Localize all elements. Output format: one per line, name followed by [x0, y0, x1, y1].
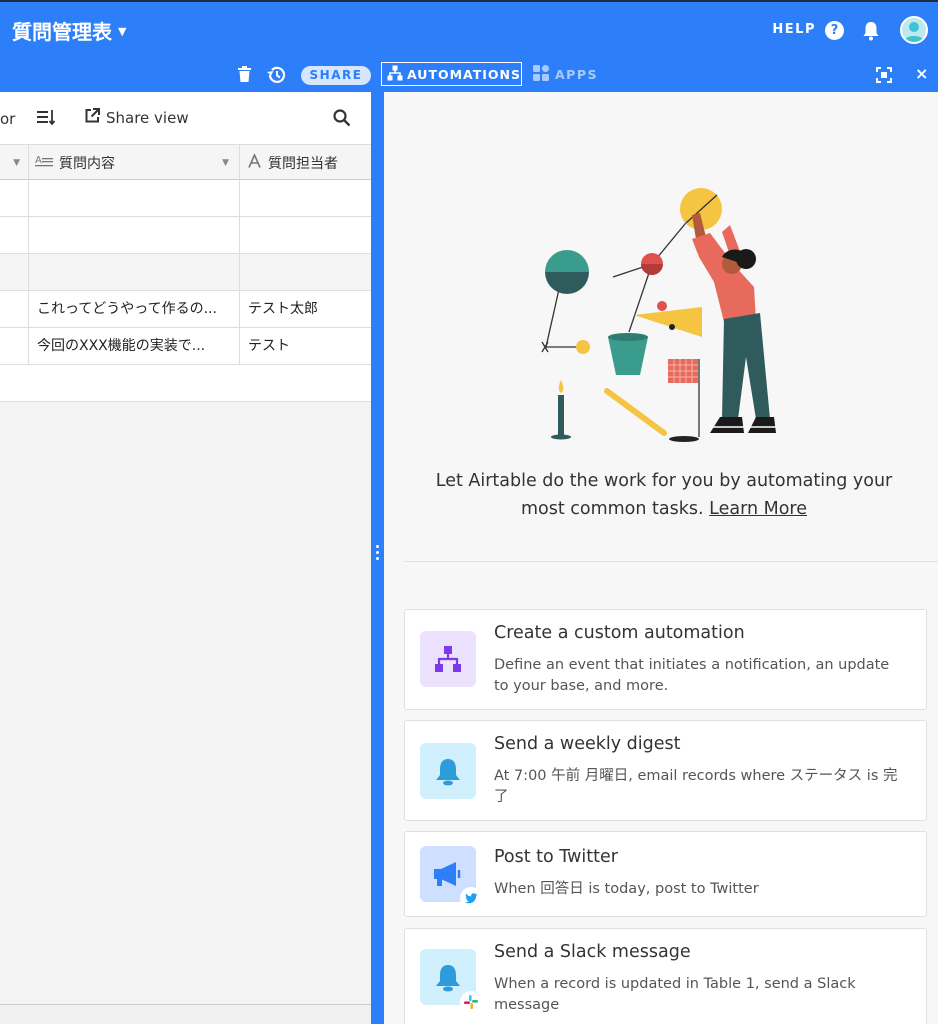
cell-content[interactable] [29, 180, 240, 217]
share-view-label: Share view [106, 108, 189, 127]
divider [404, 561, 938, 562]
card-description: When 回答日 is today, post to Twitter [494, 881, 759, 897]
grid-view: or Share view ▼ A 質問内容 ▼ 質問担当者 これってどうやって… [0, 92, 371, 1024]
automation-illustration [534, 187, 804, 451]
chevron-down-icon: ▼ [118, 25, 127, 38]
table-row[interactable] [0, 217, 371, 254]
create-custom-automation-card[interactable]: Create a custom automation Define an eve… [404, 609, 927, 710]
cell-content[interactable] [29, 217, 240, 254]
trash-icon[interactable] [238, 66, 251, 86]
cell-content[interactable]: 今回のXXX機能の実装で... [29, 328, 240, 365]
card-description: At 7:00 午前 月曜日, email records where ステータ… [494, 768, 898, 805]
table-row[interactable]: これってどうやって作るの... テスト太郎 [0, 291, 371, 328]
card-description: When a record is updated in Table 1, sen… [494, 976, 856, 1013]
close-panel-button[interactable]: × [915, 64, 928, 83]
user-avatar[interactable] [900, 16, 928, 44]
grid-header-row: ▼ A 質問内容 ▼ 質問担当者 [0, 145, 371, 180]
apps-icon [533, 65, 549, 84]
external-link-icon [85, 108, 100, 127]
cell-content[interactable] [29, 254, 240, 291]
base-title-menu[interactable]: 質問管理表 ▼ [12, 16, 126, 45]
cell-content[interactable]: これってどうやって作るの... [29, 291, 240, 328]
column-header-partial[interactable]: ▼ [0, 145, 29, 180]
base-title: 質問管理表 [12, 20, 112, 44]
grid-summary-bar [0, 1004, 371, 1024]
card-title: Post to Twitter [494, 847, 618, 867]
panel-resize-handle[interactable] [371, 92, 384, 1024]
send-slack-message-card[interactable]: Send a Slack message When a record is up… [404, 928, 927, 1024]
card-title: Send a weekly digest [494, 734, 681, 754]
grid-rows: これってどうやって作るの... テスト太郎 今回のXXX機能の実装で... テス… [0, 180, 371, 402]
help-link[interactable]: HELP [772, 22, 816, 37]
row-height-icon[interactable] [37, 110, 56, 130]
top-bar: 質問管理表 ▼ HELP ? [0, 0, 938, 58]
automations-flow-icon [387, 65, 403, 84]
card-title: Send a Slack message [494, 942, 691, 962]
table-row[interactable]: 今回のXXX機能の実装で... テスト [0, 328, 371, 365]
intro-text: Let Airtable do the work for you by auto… [435, 471, 893, 519]
tab-apps[interactable]: APPS [533, 65, 598, 84]
text-field-icon [248, 152, 261, 172]
chevron-down-icon: ▼ [222, 157, 229, 168]
column-header-assignee[interactable]: 質問担当者 [240, 145, 371, 180]
column-header-question-content[interactable]: A 質問内容 ▼ [29, 145, 240, 180]
share-button[interactable]: SHARE [301, 66, 371, 85]
automations-panel: Let Airtable do the work for you by auto… [384, 92, 938, 1024]
search-icon[interactable] [333, 109, 351, 131]
automations-intro: Let Airtable do the work for you by auto… [414, 467, 914, 523]
twitter-icon [460, 887, 482, 909]
bell-icon [420, 743, 476, 799]
share-view-button[interactable]: Share view [85, 108, 189, 127]
tab-apps-label: APPS [555, 67, 598, 82]
flow-icon [420, 631, 476, 687]
cell-assignee[interactable] [240, 180, 371, 217]
card-description: Define an event that initiates a notific… [494, 657, 890, 694]
add-row[interactable] [0, 365, 371, 402]
cell-assignee[interactable] [240, 254, 371, 291]
view-toolbar: SHARE AUTOMATIONS APPS × [0, 58, 938, 92]
help-icon[interactable]: ? [825, 21, 844, 40]
svg-text:A: A [35, 155, 42, 166]
history-icon[interactable] [266, 66, 286, 88]
column-label: 質問担当者 [268, 155, 338, 172]
learn-more-link[interactable]: Learn More [709, 499, 807, 519]
table-row[interactable] [0, 180, 371, 217]
cell-assignee[interactable]: テスト太郎 [240, 291, 371, 328]
cell-assignee[interactable] [240, 217, 371, 254]
long-text-icon: A [35, 154, 53, 172]
notification-bell-icon[interactable] [862, 21, 880, 45]
send-weekly-digest-card[interactable]: Send a weekly digest At 7:00 午前 月曜日, ema… [404, 720, 927, 821]
cell-assignee[interactable]: テスト [240, 328, 371, 365]
slack-icon [460, 991, 482, 1013]
fullscreen-icon[interactable] [876, 67, 892, 87]
tab-automations-label: AUTOMATIONS [407, 66, 522, 82]
column-label: 質問内容 [59, 155, 115, 172]
post-to-twitter-card[interactable]: Post to Twitter When 回答日 is today, post … [404, 831, 927, 917]
grid-toolbar: or Share view [0, 92, 371, 145]
tab-automations[interactable]: AUTOMATIONS [381, 62, 522, 86]
chevron-down-icon: ▼ [13, 157, 20, 168]
table-row[interactable] [0, 254, 371, 291]
card-title: Create a custom automation [494, 623, 745, 643]
color-button-partial[interactable]: or [0, 110, 15, 128]
